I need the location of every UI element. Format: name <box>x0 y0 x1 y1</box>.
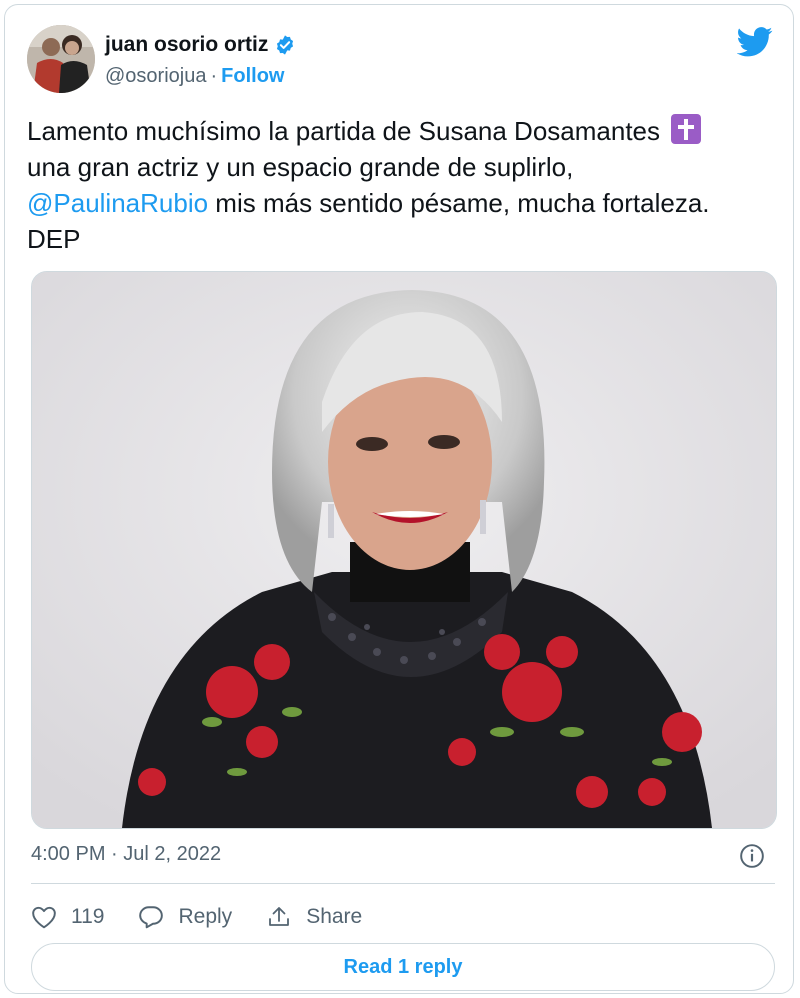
twitter-bird-icon[interactable] <box>737 27 773 57</box>
tweet-actions: 119 Reply Share <box>31 897 396 937</box>
heart-icon <box>32 906 56 929</box>
tweet-photo[interactable] <box>31 271 777 829</box>
share-label: Share <box>306 905 363 928</box>
author-handle[interactable]: @osoriojua <box>105 65 206 88</box>
tweet-text-line2: una gran actriz y un espacio grande de s… <box>27 152 574 182</box>
tweet-header: juan osorio ortiz @osoriojua · Follow <box>27 25 777 95</box>
share-button[interactable]: Share <box>266 905 362 929</box>
follow-button[interactable]: Follow <box>221 65 284 88</box>
tweet-text-line4: DEP <box>27 224 81 254</box>
tweet-text-line3: mis más sentido pésame, mucha fortaleza. <box>208 188 710 218</box>
separator-dot: · <box>210 65 218 87</box>
author-name[interactable]: juan osorio ortiz <box>105 33 268 57</box>
reply-label: Reply <box>178 905 233 928</box>
avatar[interactable] <box>27 25 95 93</box>
reply-icon <box>139 906 164 929</box>
tweet-card: juan osorio ortiz @osoriojua · Follow La… <box>4 4 794 994</box>
mention-link[interactable]: @PaulinaRubio <box>27 188 208 218</box>
info-icon[interactable] <box>739 843 765 869</box>
author-handle-row: @osoriojua · Follow <box>105 65 284 88</box>
like-count: 119 <box>71 905 105 928</box>
portrait-image <box>32 272 776 828</box>
author-name-row: juan osorio ortiz <box>105 33 296 57</box>
like-button[interactable]: 119 <box>31 905 104 929</box>
tweet-timestamp[interactable]: 4:00 PM · Jul 2, 2022 <box>31 843 221 866</box>
read-replies-button[interactable]: Read 1 reply <box>31 943 775 991</box>
latin-cross-emoji-icon <box>671 114 702 144</box>
divider <box>31 883 775 884</box>
share-icon <box>269 907 290 926</box>
tweet-text-line1: Lamento muchísimo la partida de Susana D… <box>27 116 661 146</box>
tweet-text: Lamento muchísimo la partida de Susana D… <box>27 113 777 257</box>
verified-badge-icon <box>277 35 294 55</box>
reply-button[interactable]: Reply <box>138 905 232 929</box>
